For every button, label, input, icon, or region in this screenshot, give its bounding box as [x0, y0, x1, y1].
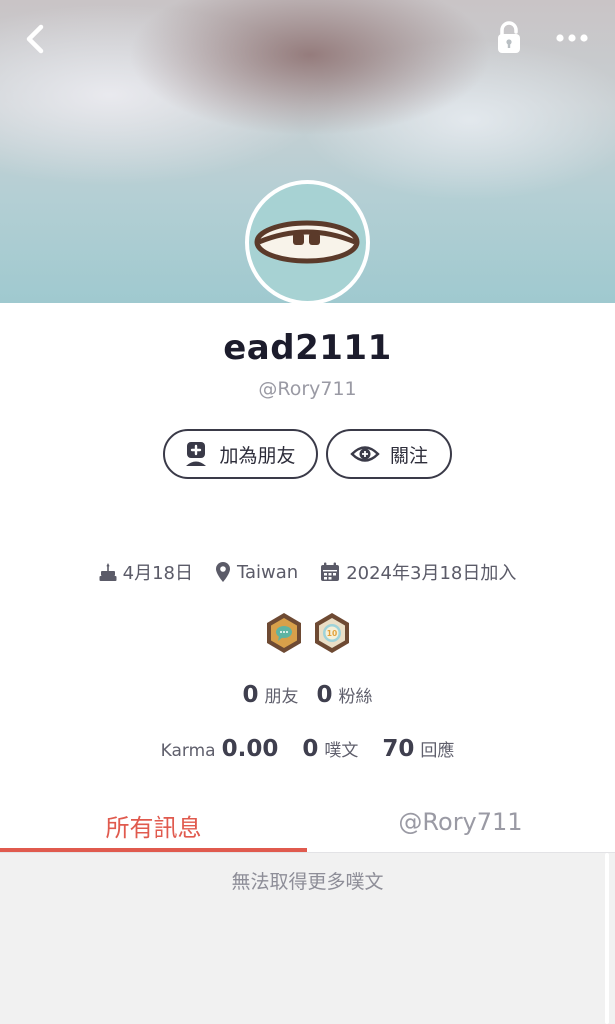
profile-meta: 4月18日 Taiwan 2024年3月18日加入: [0, 559, 615, 585]
eye-plus-icon: [350, 446, 380, 462]
joined-text: 2024年3月18日加入: [346, 563, 517, 584]
cake-icon: [99, 563, 117, 581]
joined-item: 2024年3月18日加入: [320, 559, 516, 585]
birthday-item: 4月18日: [99, 559, 193, 585]
ten-badge-text: 10: [326, 629, 336, 638]
unlock-icon: [498, 21, 520, 53]
profile-tabs: 所有訊息 @Rory711: [0, 800, 615, 853]
badges-row: 10: [0, 612, 615, 654]
posts-stat: 0 噗文: [302, 736, 358, 762]
social-counts: 0 朋友 0 粉絲: [0, 682, 615, 708]
tab-all-messages[interactable]: 所有訊息: [0, 800, 307, 852]
empty-feed-message: 無法取得更多噗文: [231, 871, 384, 893]
location-text: Taiwan: [236, 561, 299, 583]
location-item: Taiwan: [215, 561, 298, 583]
user-handle: @Rory711: [258, 378, 357, 400]
chevron-left-icon: [26, 24, 44, 54]
karma-label: Karma: [160, 741, 216, 761]
add-user-icon: [186, 442, 207, 466]
back-button[interactable]: [18, 20, 52, 58]
fans-value: 0: [316, 682, 333, 708]
posts-label: 噗文: [324, 741, 359, 761]
scrollbar[interactable]: [605, 853, 609, 1024]
birthday-text: 4月18日: [122, 563, 193, 584]
friends-value: 0: [242, 682, 259, 708]
activity-stats: Karma 0.00 0 噗文 70 回應: [0, 736, 615, 762]
friends-count[interactable]: 0 朋友: [242, 682, 298, 708]
feed-area[interactable]: 無法取得更多噗文: [0, 853, 615, 1024]
calendar-icon: [321, 562, 340, 581]
ten-badge-icon[interactable]: 10: [313, 612, 351, 654]
posts-value: 0: [302, 736, 319, 762]
follow-label: 關注: [389, 444, 428, 467]
replies-label: 回應: [420, 741, 455, 761]
replies-stat: 70 回應: [382, 736, 454, 762]
tab-handle[interactable]: @Rory711: [307, 800, 614, 852]
privacy-lock-button[interactable]: [492, 18, 526, 58]
karma-value: 0.00: [221, 736, 279, 762]
add-friend-label: 加為朋友: [219, 444, 296, 467]
karma-stat: Karma 0.00: [161, 736, 279, 762]
display-name: ead2111: [223, 328, 392, 368]
add-friend-button[interactable]: 加為朋友: [163, 429, 318, 479]
fans-label: 粉絲: [338, 687, 373, 707]
sleepy-eye-avatar-icon: [254, 220, 360, 264]
more-options-button[interactable]: [550, 20, 594, 56]
fans-count[interactable]: 0 粉絲: [317, 682, 373, 708]
follow-button[interactable]: 關注: [326, 429, 452, 479]
avatar[interactable]: [245, 180, 370, 305]
more-dots-icon: [556, 34, 588, 42]
map-pin-icon: [215, 562, 230, 582]
chat-badge-icon[interactable]: [265, 612, 303, 654]
replies-value: 70: [382, 736, 415, 762]
friends-label: 朋友: [264, 687, 299, 707]
